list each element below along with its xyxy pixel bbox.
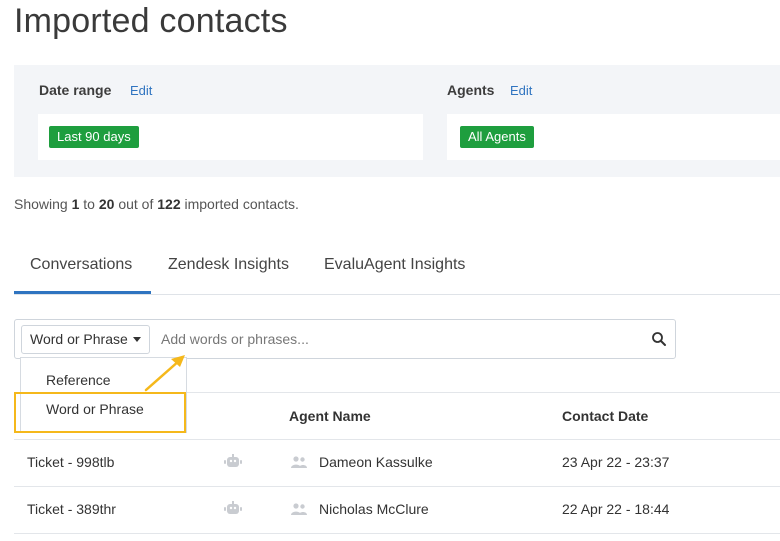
- tab-conversations[interactable]: Conversations: [30, 256, 132, 274]
- summary-prefix: Showing: [14, 196, 68, 212]
- filter-panel: Date range Edit Last 90 days Agents Edit…: [14, 65, 780, 177]
- ticket-cell[interactable]: Ticket - 389thr: [27, 501, 116, 517]
- summary-from: 1: [71, 196, 80, 212]
- date-range-edit-link[interactable]: Edit: [130, 83, 152, 98]
- tab-zendesk-insights[interactable]: Zendesk Insights: [168, 256, 289, 274]
- summary-to: 20: [98, 196, 115, 212]
- robot-icon: [224, 501, 242, 514]
- date-range-tag: Last 90 days: [49, 126, 139, 148]
- users-icon: [291, 456, 307, 468]
- tab-evaluagent-insights[interactable]: EvaluAgent Insights: [324, 256, 465, 274]
- header-contact-date[interactable]: Contact Date: [562, 408, 648, 424]
- summary-out-of: out of: [118, 196, 154, 212]
- agents-label: Agents: [447, 82, 495, 98]
- search-type-menu: Reference Word or Phrase: [20, 357, 187, 433]
- summary-to-word: to: [83, 196, 95, 212]
- agents-edit-link[interactable]: Edit: [510, 83, 532, 98]
- contact-date-cell: 23 Apr 22 - 23:37: [562, 454, 670, 470]
- summary-suffix: imported contacts.: [184, 196, 299, 212]
- table-row[interactable]: Ticket - 998tlb Dameon Kassulke 23 Apr 2…: [14, 440, 780, 487]
- page-title: Imported contacts: [14, 2, 288, 40]
- search-type-dropdown[interactable]: Word or Phrase: [21, 325, 150, 354]
- agent-name-cell: Dameon Kassulke: [319, 454, 433, 470]
- users-icon: [291, 503, 307, 515]
- table-row[interactable]: Ticket - 389thr Nicholas McClure 22 Apr …: [14, 487, 780, 534]
- tab-bar: Conversations Zendesk Insights EvaluAgen…: [14, 240, 780, 295]
- header-agent-name[interactable]: Agent Name: [289, 408, 371, 424]
- results-summary: Showing 1 to 20 out of 122 imported cont…: [14, 196, 299, 212]
- agent-name-cell: Nicholas McClure: [319, 501, 429, 517]
- search-type-label: Word or Phrase: [30, 331, 128, 347]
- search-bar: Word or Phrase: [14, 319, 676, 359]
- summary-total: 122: [157, 196, 181, 212]
- dropdown-item-reference[interactable]: Reference: [46, 372, 111, 388]
- ticket-cell[interactable]: Ticket - 998tlb: [27, 454, 114, 470]
- date-range-label: Date range: [39, 82, 112, 98]
- caret-down-icon: [132, 336, 141, 342]
- search-input[interactable]: [161, 324, 631, 354]
- active-tab-indicator: [14, 291, 151, 294]
- search-icon[interactable]: [651, 331, 667, 347]
- agents-box[interactable]: All Agents: [447, 114, 780, 160]
- robot-icon: [224, 454, 242, 467]
- dropdown-item-word-or-phrase[interactable]: Word or Phrase: [46, 401, 144, 417]
- agents-tag: All Agents: [460, 126, 534, 148]
- date-range-box[interactable]: Last 90 days: [38, 114, 423, 160]
- contact-date-cell: 22 Apr 22 - 18:44: [562, 501, 670, 517]
